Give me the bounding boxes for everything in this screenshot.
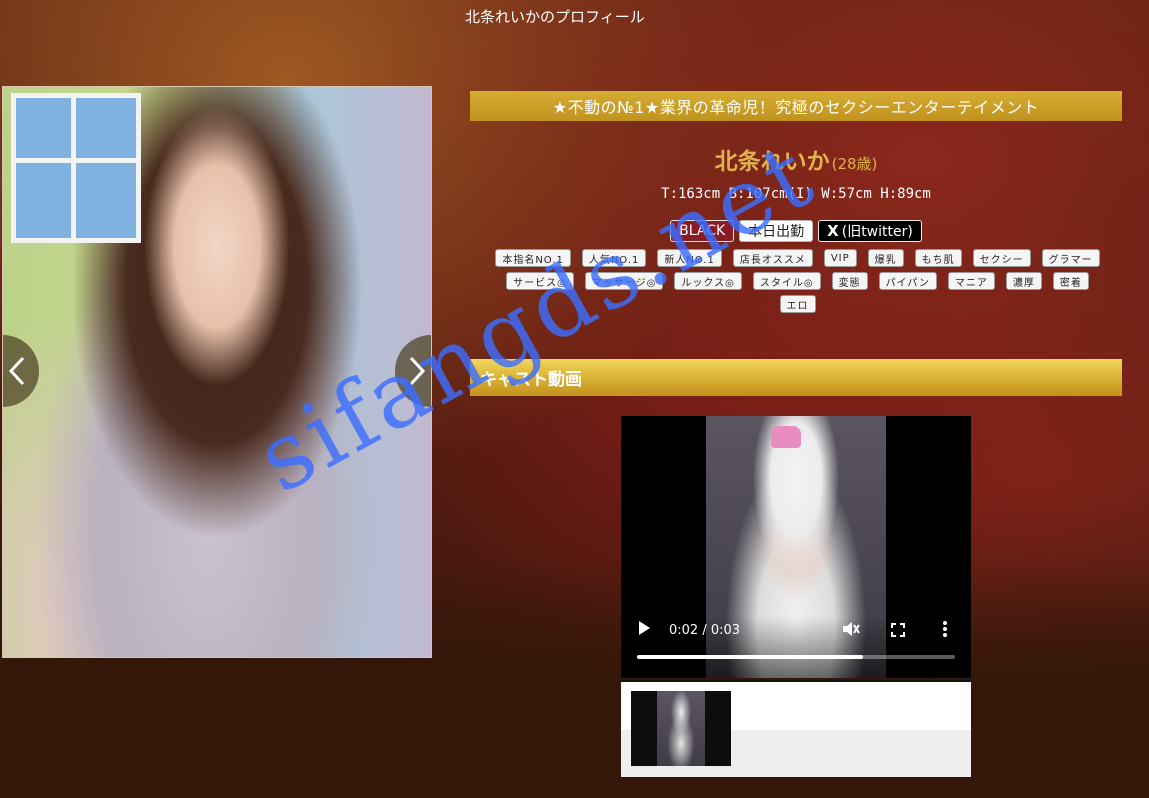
tag: VIP [823, 249, 857, 267]
muted-speaker-icon[interactable] [842, 621, 860, 637]
cast-video-heading: キャスト動画 [470, 359, 1122, 396]
video-hat-decor [771, 426, 801, 448]
x-twitter-link[interactable]: X (旧twitter) [818, 220, 922, 242]
window-decor [11, 93, 141, 243]
chevron-left-icon [8, 356, 25, 386]
tag: 密着 [1052, 272, 1089, 290]
catchphrase-banner: ★不動の№1★業界の革命児！究極のセクシーエンターテイメント [470, 91, 1122, 121]
video-thumbnail-image [657, 691, 705, 766]
tag: マニア [947, 272, 995, 290]
video-thumbnail[interactable] [631, 691, 731, 766]
video-progress-fill [637, 655, 863, 659]
video-thumbnail-panel [621, 680, 971, 777]
tag: スタイル◎ [752, 272, 821, 290]
play-icon[interactable] [639, 621, 650, 635]
x-logo-icon: X [827, 222, 839, 240]
video-player[interactable]: 0:02 / 0:03 [621, 416, 971, 678]
more-options-icon[interactable] [941, 620, 949, 638]
cast-age: (28歳) [831, 155, 878, 173]
tag: 変態 [831, 272, 868, 290]
fullscreen-icon[interactable] [891, 623, 905, 637]
video-time: 0:02 / 0:03 [669, 623, 741, 638]
tag: 爆乳 [867, 249, 904, 267]
tag: グラマー [1041, 249, 1100, 267]
x-twitter-label: (旧twitter) [841, 224, 913, 240]
page-title: 北条れいかのプロフィール [465, 8, 645, 26]
tag: 濃厚 [1005, 272, 1042, 290]
tag: パイパン [878, 272, 937, 290]
tag: エロ [779, 295, 816, 313]
video-progress-bar[interactable] [637, 655, 955, 659]
tag: もち肌 [914, 249, 962, 267]
tag: セクシー [972, 249, 1031, 267]
